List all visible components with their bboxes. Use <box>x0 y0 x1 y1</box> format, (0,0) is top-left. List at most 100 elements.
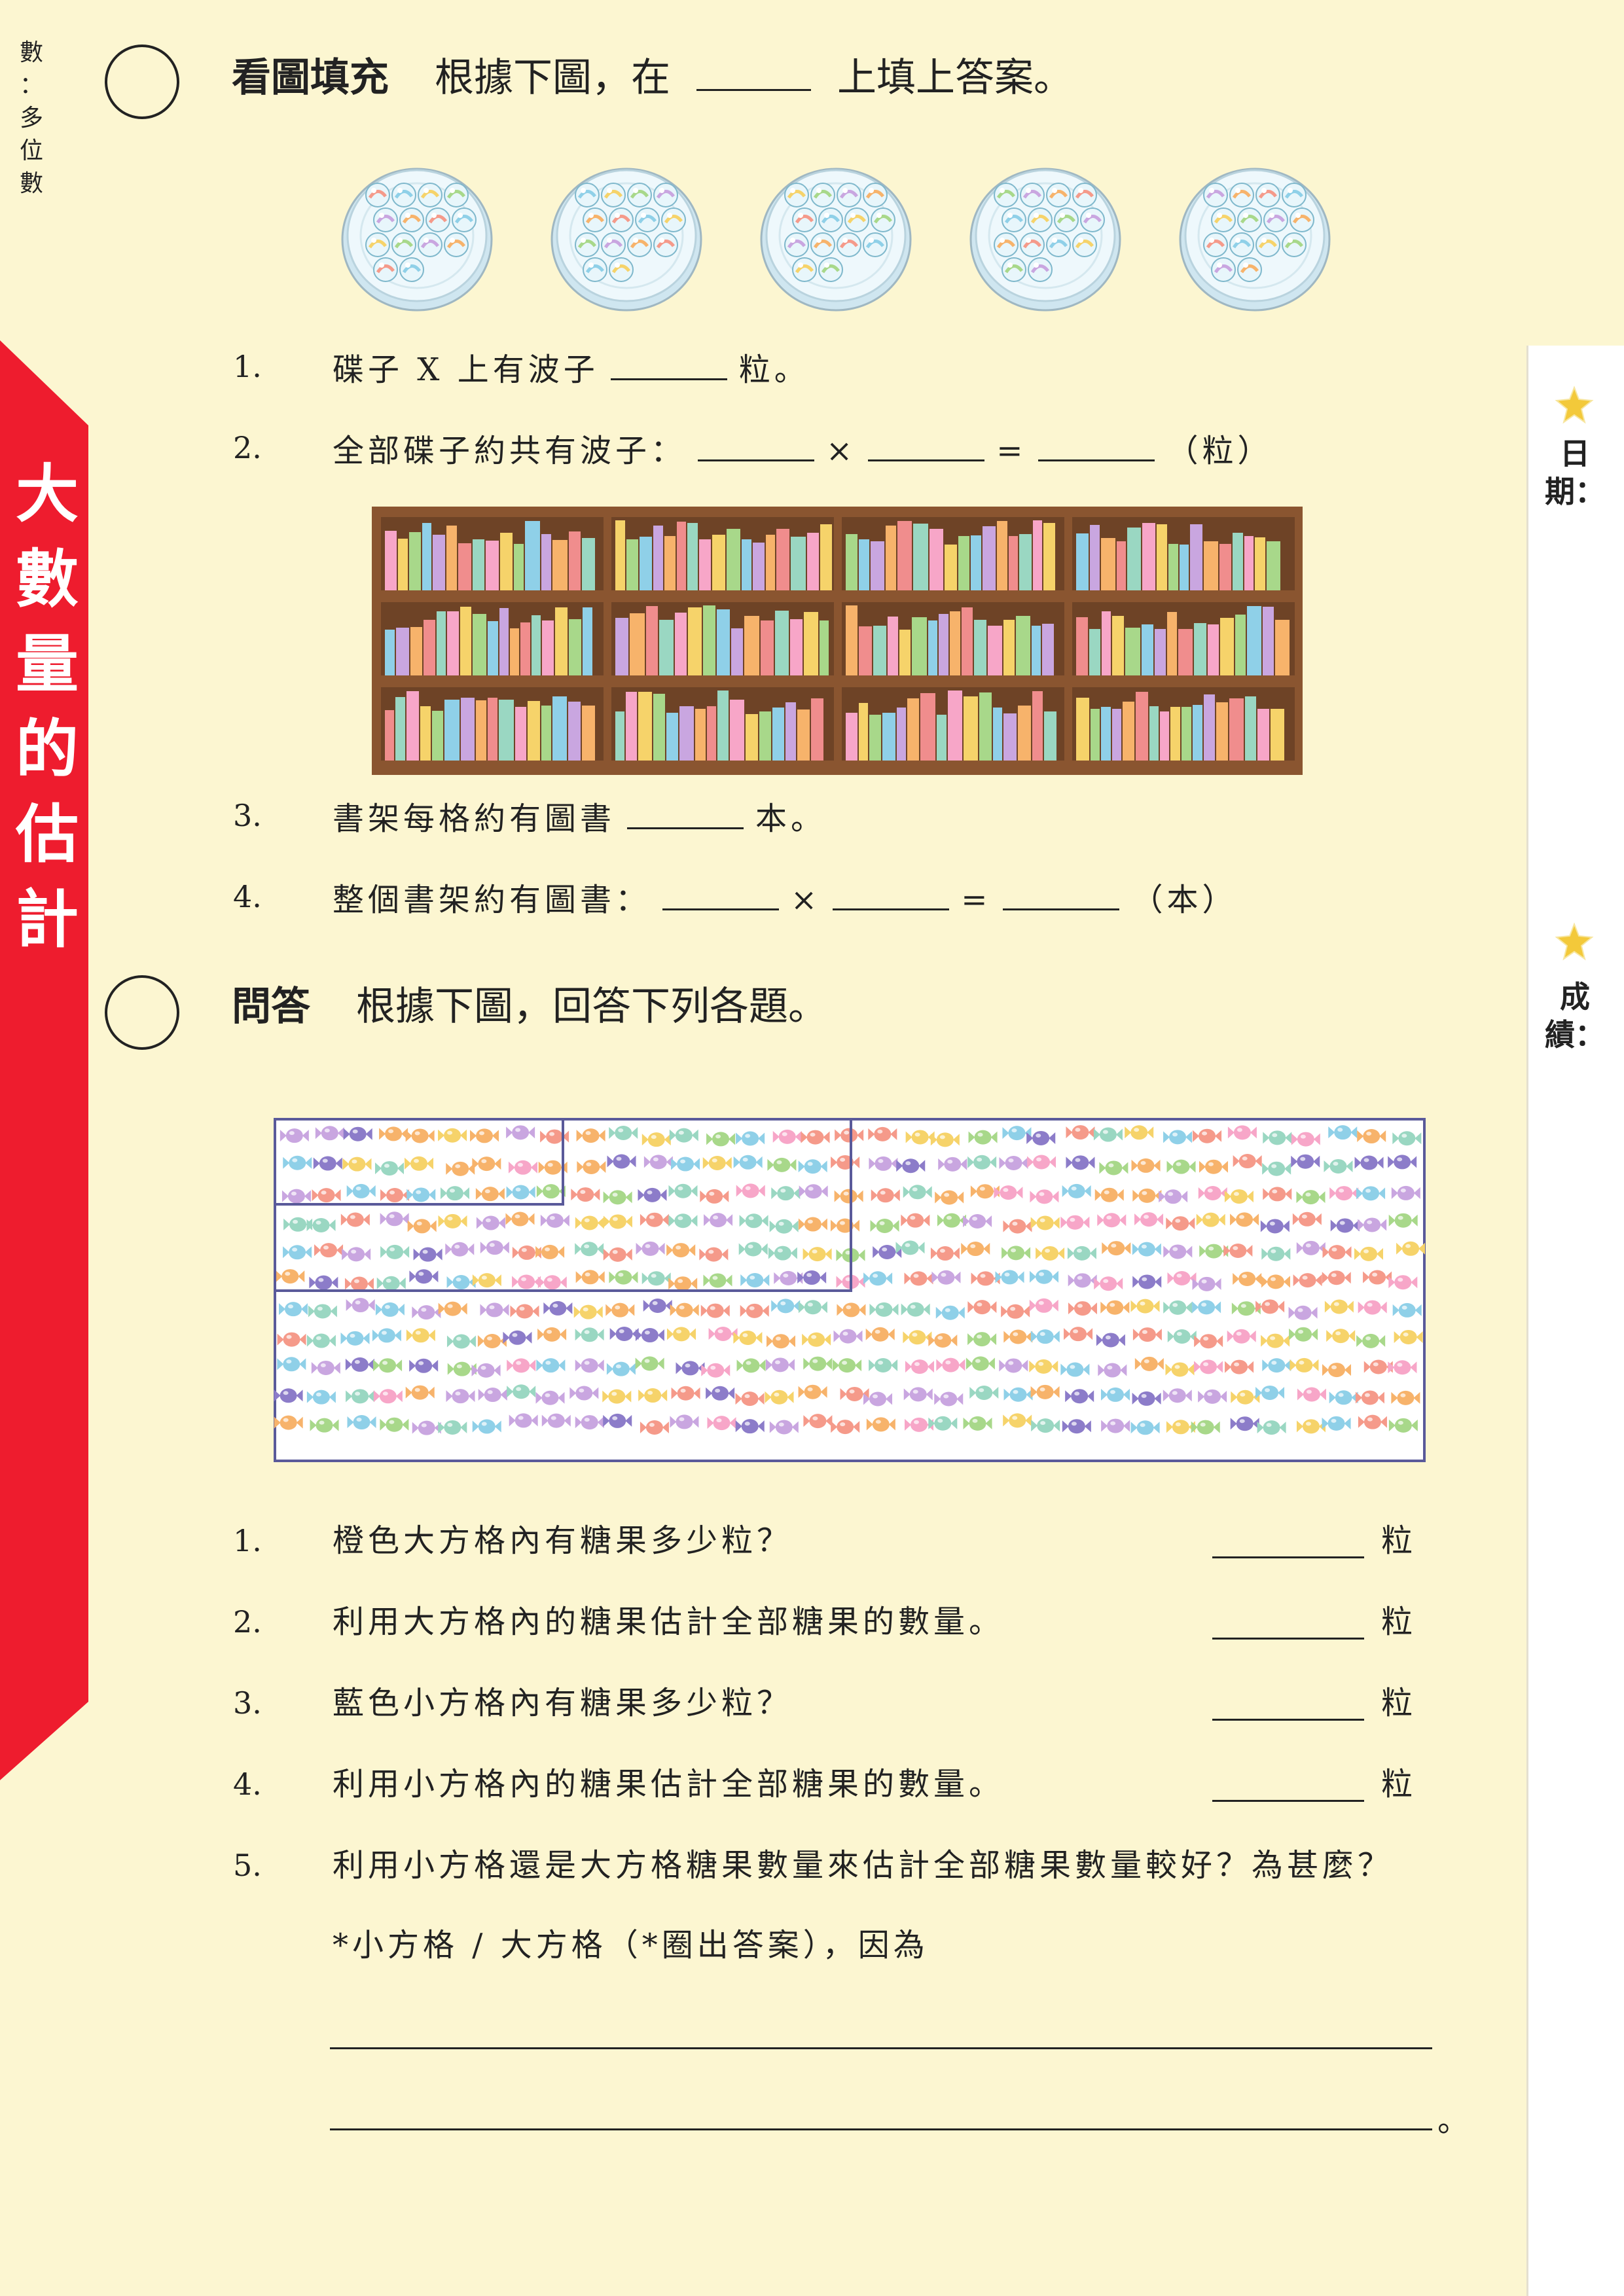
book <box>626 539 638 590</box>
book <box>679 706 694 761</box>
q1-answer-blank[interactable] <box>610 346 727 380</box>
book <box>461 698 475 761</box>
marble <box>418 232 442 257</box>
book <box>775 611 789 675</box>
book <box>746 714 758 761</box>
q4-blank-a[interactable] <box>662 876 780 910</box>
book <box>1257 709 1269 761</box>
marble <box>1072 232 1097 257</box>
book <box>1204 694 1215 761</box>
q1-before: 碟子 X 上有波子 <box>333 351 599 388</box>
book <box>897 708 906 761</box>
marble <box>1020 232 1045 257</box>
marble <box>575 183 600 207</box>
book <box>1033 520 1042 590</box>
s2-q2-text: 利用大方格內的糖果估計全部糖果的數量。 <box>333 1604 1005 1640</box>
book <box>528 701 540 761</box>
book <box>688 607 702 675</box>
marble <box>1237 257 1262 282</box>
book <box>1091 709 1100 761</box>
book <box>395 697 405 761</box>
s2-q3-answer-line[interactable] <box>1212 1719 1364 1721</box>
marble <box>837 232 861 257</box>
s2-q5-choice: *小方格 / 大方格（*圈出答案），因為 <box>333 1927 929 1964</box>
marble <box>994 232 1019 257</box>
section2-instruction: 根據下圖，回答下列各題。 <box>356 984 827 1030</box>
q2-text: 全部碟子約共有波子： × = （粒） <box>333 427 1272 472</box>
q2-blank-c[interactable] <box>1038 427 1155 461</box>
book <box>630 613 645 675</box>
book <box>785 702 796 761</box>
section1-title: 看圖填充 <box>232 55 389 101</box>
s2-q1-answer-line[interactable] <box>1212 1556 1364 1558</box>
marble <box>837 183 861 207</box>
book <box>666 713 678 761</box>
book <box>615 618 628 675</box>
subject-tab-char: 數 <box>19 170 43 197</box>
q4-blank-c[interactable] <box>1003 876 1120 910</box>
marble <box>784 232 809 257</box>
marble <box>810 232 835 257</box>
book <box>699 539 711 590</box>
s2-q5-answer-line-2[interactable] <box>330 2128 1432 2130</box>
subject-tab: 數：多位數 <box>12 37 51 200</box>
marble <box>1282 183 1307 207</box>
marble <box>365 232 390 257</box>
marble-plate <box>969 168 1121 312</box>
book <box>1255 537 1265 590</box>
book <box>1003 620 1015 675</box>
book <box>476 700 486 761</box>
book <box>1102 611 1111 675</box>
book <box>1142 624 1153 675</box>
book <box>731 628 743 675</box>
book <box>846 713 857 761</box>
marble <box>792 257 817 282</box>
marble <box>635 207 660 232</box>
s2-q2-answer-line[interactable] <box>1212 1638 1364 1640</box>
marble <box>1203 232 1228 257</box>
star-icon <box>1555 922 1594 961</box>
book <box>532 615 541 675</box>
q3-answer-blank[interactable] <box>627 795 744 829</box>
marble <box>1282 232 1307 257</box>
book <box>1117 541 1126 590</box>
book <box>1219 544 1231 590</box>
chapter-title-char: 估 <box>16 798 79 871</box>
book <box>1112 709 1121 761</box>
book <box>1168 544 1178 590</box>
marble <box>627 232 652 257</box>
book <box>646 606 658 675</box>
book <box>486 541 499 590</box>
section1-score-circle <box>105 45 179 119</box>
q2-blank-b[interactable] <box>868 427 985 461</box>
book <box>499 700 514 761</box>
s2-q1-unit: 粒 <box>1381 1522 1413 1559</box>
q4-blank-b[interactable] <box>833 876 950 910</box>
marble <box>1046 232 1071 257</box>
marble <box>844 207 869 232</box>
s2-q4-answer-line[interactable] <box>1212 1800 1364 1802</box>
s2-q5-end-mark: 。 <box>1437 2102 1470 2139</box>
book <box>444 700 460 761</box>
book <box>1076 617 1088 675</box>
marble <box>391 183 416 207</box>
book <box>541 534 551 590</box>
q3-number: 3. <box>233 798 262 833</box>
book <box>583 607 592 675</box>
marble <box>810 183 835 207</box>
q2-before: 全部碟子約共有波子： <box>333 433 687 469</box>
equals-sign: = <box>996 433 1027 469</box>
s2-q5-answer-line-1[interactable] <box>330 2047 1432 2049</box>
q2-blank-a[interactable] <box>698 427 815 461</box>
book <box>820 524 832 590</box>
chapter-title: 大數量的估計 <box>9 452 85 962</box>
book <box>1089 629 1100 675</box>
book <box>962 607 973 675</box>
book <box>1216 702 1228 761</box>
s2-q2-unit: 粒 <box>1381 1604 1413 1640</box>
marble <box>399 207 424 232</box>
q1-number: 1. <box>233 349 262 384</box>
marble <box>1054 207 1079 232</box>
marble <box>1290 207 1314 232</box>
book <box>804 612 818 675</box>
